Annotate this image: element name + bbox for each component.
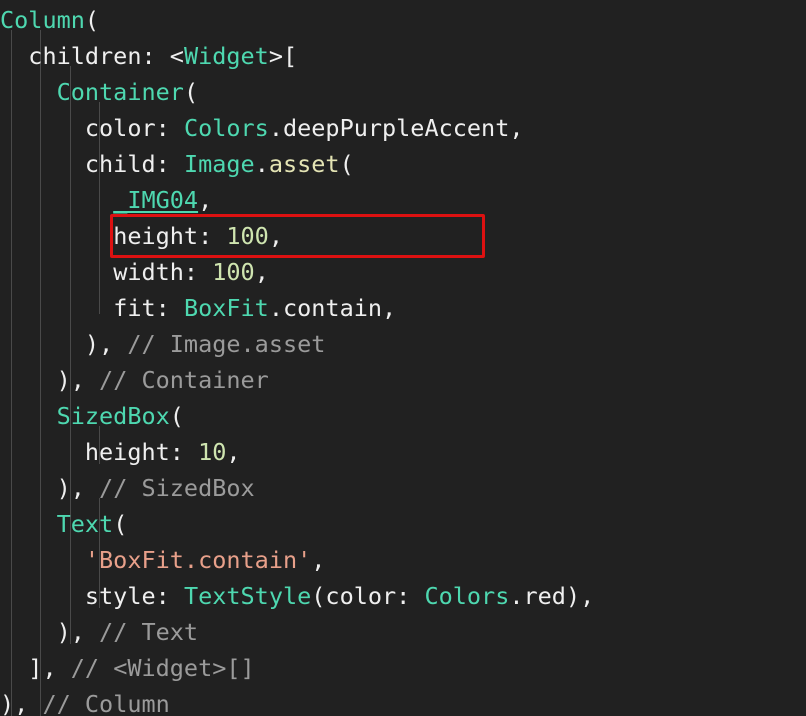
token-plain: ( bbox=[169, 402, 184, 430]
token-plain: , bbox=[268, 222, 283, 250]
code-block: Column( children: <Widget>[ Container( c… bbox=[0, 0, 806, 716]
token-plain: < bbox=[169, 42, 184, 70]
token-plain: ), bbox=[84, 330, 128, 358]
token-plain: . bbox=[254, 150, 269, 178]
token-plain: .red), bbox=[509, 582, 595, 610]
token-method: asset bbox=[268, 150, 340, 178]
token-plain: child: bbox=[84, 150, 184, 178]
token-class: Image bbox=[183, 150, 255, 178]
code-line[interactable]: ), // Text bbox=[0, 614, 806, 650]
token-comment: // Column bbox=[42, 690, 170, 716]
code-line[interactable]: ), // Column bbox=[0, 686, 806, 716]
token-plain: ( bbox=[183, 78, 199, 106]
token-class: Container bbox=[56, 78, 184, 106]
token-plain: , bbox=[226, 438, 241, 466]
code-line[interactable]: Text( bbox=[0, 506, 806, 542]
token-class: TextStyle bbox=[183, 582, 312, 610]
token-class: Colors bbox=[424, 582, 510, 610]
token-plain: (color: bbox=[311, 582, 425, 610]
token-plain: , bbox=[198, 186, 213, 214]
token-class: SizedBox bbox=[56, 402, 170, 430]
token-plain: ), bbox=[56, 618, 100, 646]
code-line[interactable]: fit: BoxFit.contain, bbox=[0, 290, 806, 326]
token-number: 10 bbox=[198, 438, 227, 466]
token-plain: fit: bbox=[113, 294, 184, 322]
code-line[interactable]: children: <Widget>[ bbox=[0, 38, 806, 74]
token-plain: height: bbox=[113, 222, 227, 250]
code-line[interactable]: ), // Container bbox=[0, 362, 806, 398]
token-plain: style: bbox=[84, 582, 184, 610]
token-comment: // SizedBox bbox=[99, 474, 255, 502]
code-line[interactable]: height: 100, bbox=[0, 218, 806, 254]
token-plain: ), bbox=[0, 690, 43, 716]
token-plain: .contain, bbox=[268, 294, 397, 322]
token-class: Colors bbox=[183, 114, 269, 142]
token-comment: // Image.asset bbox=[127, 330, 326, 358]
token-number: 100 bbox=[212, 258, 255, 286]
code-line[interactable]: style: TextStyle(color: Colors.red), bbox=[0, 578, 806, 614]
code-line[interactable]: Column( bbox=[0, 2, 806, 38]
code-line[interactable]: child: Image.asset( bbox=[0, 146, 806, 182]
token-class: Widget bbox=[183, 42, 269, 70]
token-comment: // Text bbox=[99, 618, 199, 646]
token-plain: ), bbox=[56, 366, 100, 394]
code-line[interactable]: Container( bbox=[0, 74, 806, 110]
token-plain: width: bbox=[113, 258, 213, 286]
token-plain: , bbox=[254, 258, 269, 286]
token-link: _IMG04 bbox=[113, 186, 199, 214]
token-comment: // <Widget>[] bbox=[70, 654, 255, 682]
token-class: BoxFit bbox=[183, 294, 269, 322]
token-plain: ( bbox=[339, 150, 354, 178]
code-screenshot: Column( children: <Widget>[ Container( c… bbox=[0, 0, 806, 716]
token-number: 100 bbox=[226, 222, 269, 250]
token-comment: // Container bbox=[99, 366, 269, 394]
code-line[interactable]: width: 100, bbox=[0, 254, 806, 290]
token-class: Text bbox=[56, 510, 114, 538]
token-plain: ( bbox=[113, 510, 128, 538]
code-line[interactable]: SizedBox( bbox=[0, 398, 806, 434]
code-line[interactable]: _IMG04, bbox=[0, 182, 806, 218]
token-plain: children: bbox=[28, 42, 170, 70]
token-plain: ), bbox=[56, 474, 100, 502]
code-line[interactable]: 'BoxFit.contain', bbox=[0, 542, 806, 578]
token-plain: color: bbox=[84, 114, 184, 142]
token-plain: height: bbox=[84, 438, 199, 466]
code-line[interactable]: ), // Image.asset bbox=[0, 326, 806, 362]
code-line[interactable]: ), // SizedBox bbox=[0, 470, 806, 506]
token-plain: ], bbox=[28, 654, 71, 682]
token-plain: .deepPurpleAccent, bbox=[268, 114, 524, 142]
code-line[interactable]: color: Colors.deepPurpleAccent, bbox=[0, 110, 806, 146]
token-plain: >[ bbox=[268, 42, 298, 70]
token-plain: , bbox=[311, 546, 326, 574]
token-string: 'BoxFit.contain' bbox=[84, 546, 312, 574]
token-class: Column bbox=[0, 6, 85, 34]
code-line[interactable]: height: 10, bbox=[0, 434, 806, 470]
token-plain: ( bbox=[84, 6, 100, 34]
code-line[interactable]: ], // <Widget>[] bbox=[0, 650, 806, 686]
